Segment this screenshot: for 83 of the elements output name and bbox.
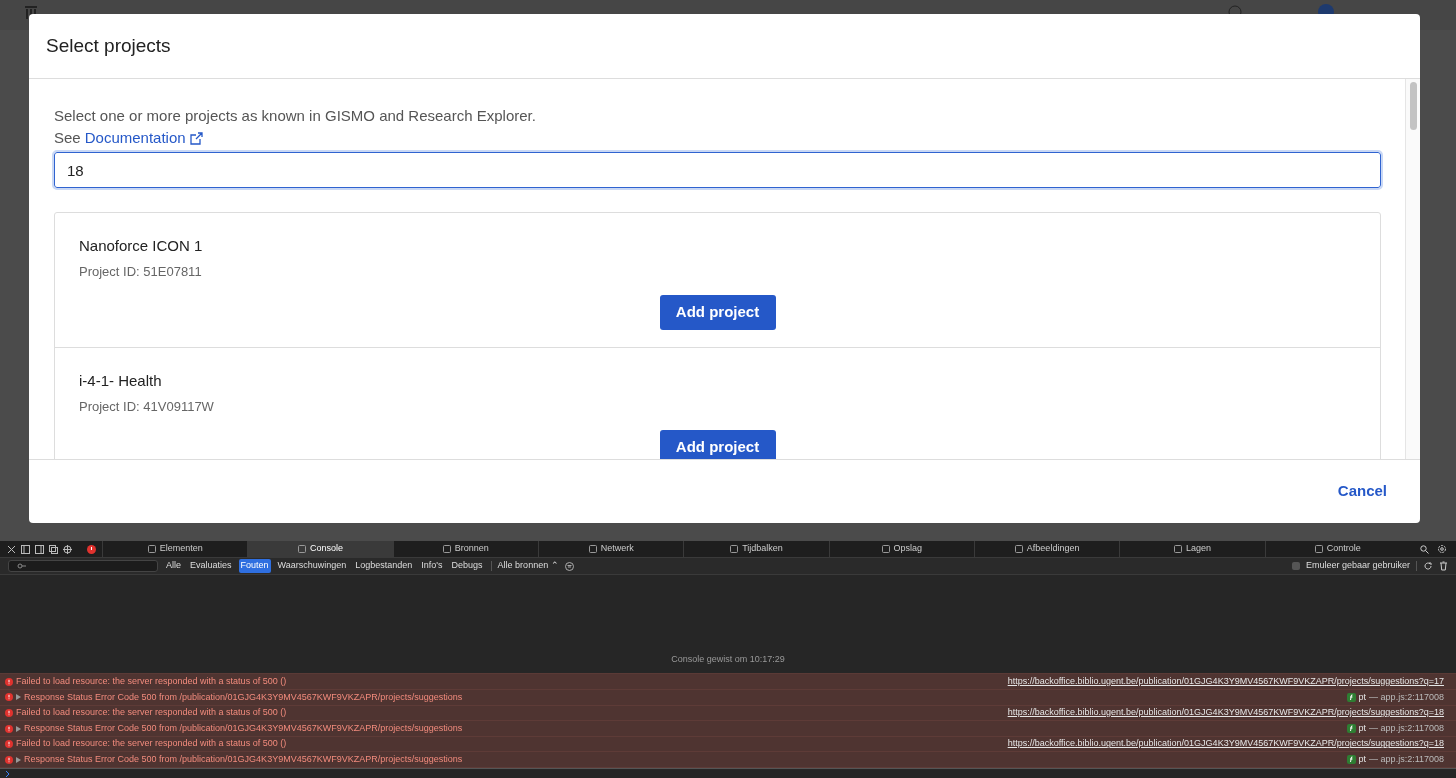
tab-icon [1014,545,1023,553]
filter-field[interactable] [8,560,158,572]
reload-icon[interactable] [1423,561,1433,571]
error-message: Failed to load resource: the server responded with a status of 500 () [16,706,287,720]
error-message: Failed to load resource: the server responded with a status of 500 () [16,737,287,751]
tab-icon [1314,545,1323,553]
error-icon [5,755,13,764]
filter-tab[interactable]: Waarschuwingen [275,559,349,573]
function-name: pt [1358,690,1367,704]
error-icon[interactable] [87,544,96,554]
error-message: Response Status Error Code 500 from /publication/01GJG4K3Y9MV4567KWF9VKZAPR/projects/suggestions [24,752,463,766]
filter-tab[interactable]: Logbestanden [353,559,415,573]
error-message: Response Status Error Code 500 from /publication/01GJG4K3Y9MV4567KWF9VKZAPR/projects/suggestions [24,721,463,735]
function-icon [1346,724,1356,733]
disclosure-icon[interactable] [16,756,21,763]
intro-text: Select one or more projects as known in GISMO and Research Explorer. [54,106,537,126]
windows-icon[interactable] [49,544,58,554]
dock-right-icon[interactable] [35,544,44,554]
tab-icon [588,545,597,553]
source-location[interactable]: — app.js:2:117008 [1369,690,1444,705]
documentation-link[interactable]: Documentation [84,127,186,149]
error-message: Failed to load resource: the server responded with a status of 500 () [16,675,287,688]
settings-icon[interactable] [1436,544,1447,554]
project-name: i-4-1- Health [79,372,163,390]
error-icon [5,740,13,749]
resource-link[interactable]: https://backoffice.biblio.ugent.be/publication/01GJG4K3Y9MV4567KWF9VKZAPR/projects/suggestions?q=17 [1007,675,1444,689]
add-project-button[interactable]: Add project [659,294,776,330]
project-id: Project ID: 51E07811 [79,263,203,281]
function-name: pt [1358,752,1367,766]
external-link-icon [189,131,203,145]
scrollbar[interactable] [1405,79,1420,459]
error-icon [5,677,13,686]
error-icon [5,693,13,702]
devtools-tab[interactable]: Console [247,541,393,557]
resource-link[interactable]: https://backoffice.biblio.ugent.be/publication/01GJG4K3Y9MV4567KWF9VKZAPR/projects/suggestions?q=18 [1007,706,1444,720]
filter-tab[interactable]: Info's [419,559,445,573]
close-icon[interactable] [7,544,16,554]
sources-dropdown[interactable]: Alle bronnen ⌃ [497,559,559,573]
source-location[interactable]: — app.js:2:117008 [1369,752,1444,767]
devtools-tab[interactable]: Bronnen [392,541,538,557]
error-message: Response Status Error Code 500 from /publication/01GJG4K3Y9MV4567KWF9VKZAPR/projects/suggestions [24,690,463,704]
filter-icon [17,563,27,569]
tab-icon [881,545,890,553]
devtools-tab[interactable]: Netwerk [538,541,684,557]
trash-icon[interactable] [1439,561,1448,571]
source-location[interactable]: — app.js:2:117008 [1369,721,1444,736]
devtools-tab[interactable]: Tijdbalken [683,541,829,557]
filter-tab[interactable]: Evaluaties [188,559,234,573]
dialog-title: Select projects [46,33,171,58]
prompt-icon [5,770,10,777]
error-icon [5,724,13,733]
devtools-tab[interactable]: Opslag [828,541,974,557]
project-id: Project ID: 41V09117W [79,398,215,416]
cancel-button[interactable]: Cancel [1337,480,1387,503]
crosshair-icon[interactable] [63,544,72,554]
emulate-label: Emuleer gebaar gebruiker [1305,559,1410,573]
tab-icon [297,545,306,553]
console-cleared-message: Console gewist om 10:17:29 [671,654,785,665]
devtools-tab[interactable]: Lagen [1119,541,1265,557]
dock-icon[interactable] [21,544,30,554]
disclosure-icon[interactable] [16,725,21,732]
disclosure-icon[interactable] [16,694,21,701]
filter-tab[interactable]: Fouten [238,559,271,573]
devtools-tab[interactable]: Controle [1264,541,1410,557]
add-project-button[interactable]: Add project [659,429,776,459]
resource-link[interactable]: https://backoffice.biblio.ugent.be/publication/01GJG4K3Y9MV4567KWF9VKZAPR/projects/suggestions?q=18 [1007,737,1444,751]
tab-icon [1173,545,1182,553]
filter-options-icon[interactable] [564,561,574,571]
see-label: See [54,128,81,148]
project-name: Nanoforce ICON 1 [79,237,204,255]
function-icon [1346,692,1356,702]
filter-tab[interactable]: Debugs [449,559,485,573]
function-name: pt [1358,721,1367,735]
emulate-checkbox[interactable] [1291,562,1300,570]
tab-icon [730,545,739,553]
search-field[interactable]: 18 [54,152,1381,188]
devtools-tab[interactable]: Afbeeldingen [973,541,1120,557]
tab-icon [147,545,156,553]
tab-icon [442,545,451,553]
error-icon [5,708,13,717]
search-icon[interactable] [1419,544,1429,554]
function-icon [1346,755,1356,765]
filter-tab[interactable]: Alle [164,559,183,573]
